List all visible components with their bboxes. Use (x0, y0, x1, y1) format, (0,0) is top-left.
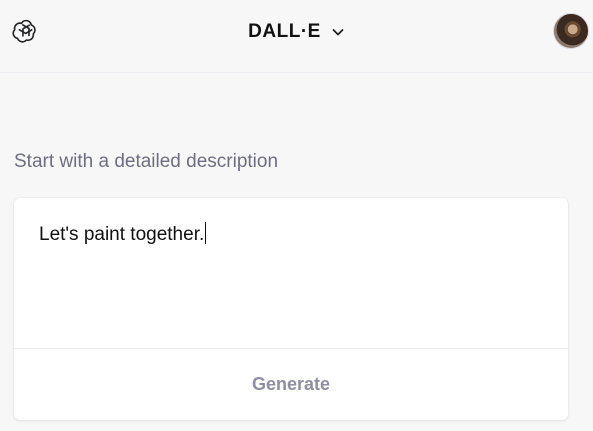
prompt-input[interactable]: Let's paint together. (39, 222, 543, 342)
user-avatar[interactable] (553, 13, 589, 49)
prompt-card: Let's paint together. Generate (14, 198, 568, 420)
chevron-down-icon (331, 25, 345, 39)
top-bar: DALL·E (0, 0, 593, 73)
generate-button[interactable]: Generate (14, 349, 568, 420)
model-switcher[interactable]: DALL·E (0, 19, 593, 45)
text-caret (205, 222, 207, 244)
prompt-text: Let's paint together. (39, 224, 205, 245)
prompt-label: Start with a detailed description (14, 151, 279, 172)
app-title: DALL·E (248, 21, 321, 42)
